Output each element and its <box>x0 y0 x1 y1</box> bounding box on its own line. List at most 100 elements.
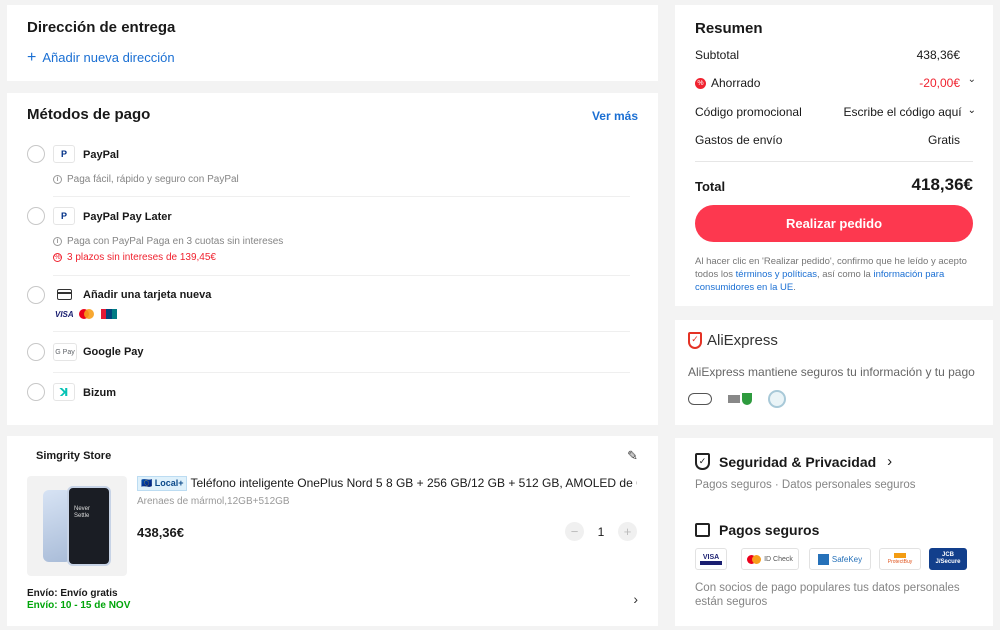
paypal-radio[interactable] <box>27 145 45 163</box>
promo-input[interactable]: Escribe el código aquí ⌄ <box>843 104 976 120</box>
edit-icon[interactable]: ✎ <box>627 448 638 464</box>
promo-placeholder: Escribe el código aquí <box>843 105 962 119</box>
product-price: 438,36€ <box>137 525 184 540</box>
product-image[interactable]: Never Settle <box>27 476 127 576</box>
discount-icon: % <box>695 77 706 89</box>
subtotal-value: 438,36€ <box>916 48 960 62</box>
divider <box>53 275 630 276</box>
security-footer: Con socios de pago populares tus datos p… <box>695 582 960 608</box>
qty-increase-button[interactable]: + <box>618 522 637 541</box>
lock-bag-icon <box>695 523 710 537</box>
google-pay-icon: G Pay <box>53 343 77 361</box>
security-title-row[interactable]: ✓ Seguridad & Privacidad › <box>695 453 892 470</box>
installment-icon: % <box>53 253 62 262</box>
mastercard-icon <box>747 554 762 564</box>
delivery-card: Dirección de entrega + Añadir nueva dire… <box>7 5 658 81</box>
saved-value: -20,00€ <box>919 76 960 90</box>
payment-card: Métodos de pago Ver más P PayPal i Paga … <box>7 93 658 425</box>
chevron-right-icon: › <box>887 453 893 470</box>
total-label: Total <box>695 179 726 194</box>
amex-icon <box>817 553 829 565</box>
promo-label: Código promocional <box>695 105 802 119</box>
google-pay-label: Google Pay <box>83 346 144 358</box>
shipping-info: Envío: Envío gratis <box>27 588 118 599</box>
shield-check-icon: ✓ <box>688 332 702 349</box>
product-title: Teléfono inteligente OnePlus Nord 5 8 GB… <box>190 476 637 490</box>
chevron-down-icon[interactable]: ⌄ <box>968 74 976 85</box>
bizum-radio[interactable] <box>27 383 45 401</box>
subtotal-label: Subtotal <box>695 48 740 62</box>
legal-text: Al hacer clic en 'Realizar pedido', conf… <box>695 256 967 293</box>
delivery-info: Envío: 10 - 15 de NOV <box>27 600 131 611</box>
local-plus-badge: 🇪🇺 Local+ <box>137 476 188 491</box>
terms-link[interactable]: términos y políticas <box>736 269 817 280</box>
protectbuy-badge: ProtectBuy <box>879 548 921 570</box>
qty-value[interactable]: 1 <box>595 525 607 539</box>
paypal-later-note: i Paga con PayPal Paga en 3 cuotas sin i… <box>53 236 283 247</box>
shipping-value: Gratis <box>927 133 960 147</box>
product-variant[interactable]: Arenaes de mármol,12GB+512GB <box>137 496 290 507</box>
chevron-right-icon[interactable]: › <box>633 591 638 607</box>
visa-secure-badge: VISA <box>695 548 727 570</box>
paypal-later-label: PayPal Pay Later <box>83 211 172 223</box>
saved-label: Ahorrado <box>711 76 761 90</box>
security-card: ✓ Seguridad & Privacidad › Pagos seguros… <box>675 438 993 626</box>
product-title-row[interactable]: 🇪🇺 Local+ Teléfono inteligente OnePlus No… <box>137 476 637 491</box>
place-order-label: Realizar pedido <box>785 216 883 231</box>
plus-icon: + <box>27 49 37 66</box>
paypal-later-icon: P <box>53 207 75 225</box>
new-card-label: Añadir una tarjeta nueva <box>83 289 212 301</box>
jcb-secure-badge: JCB J/Secure <box>929 548 967 570</box>
summary-divider <box>695 161 973 162</box>
security-badge-icon <box>728 392 752 406</box>
aliexpress-logo: ✓ AliExpress <box>688 332 778 349</box>
phone-front-image: Never Settle <box>67 486 111 566</box>
trust-card: ✓ AliExpress AliExpress mantiene seguros… <box>675 320 993 425</box>
divider <box>53 372 630 373</box>
bizum-icon: ꓘ <box>53 383 75 401</box>
privacy-seal-icon <box>768 390 786 408</box>
id-check-badge: ID Check <box>741 548 799 570</box>
safekey-badge: SafeKey <box>809 548 871 570</box>
security-subtitle: Pagos seguros · Datos personales seguros <box>695 479 916 491</box>
pci-badge-icon <box>688 393 712 405</box>
secure-payments-title: Pagos seguros <box>719 522 820 538</box>
trust-text: AliExpress mantiene seguros tu informaci… <box>688 365 975 379</box>
qty-decrease-button[interactable]: − <box>565 522 584 541</box>
card-logos: VISA <box>55 309 117 319</box>
paypal-label: PayPal <box>83 149 120 161</box>
visa-icon: VISA <box>55 309 74 319</box>
add-address-label: Añadir nueva dirección <box>42 50 175 65</box>
info-icon: i <box>53 237 62 246</box>
store-name[interactable]: Simgrity Store <box>36 450 111 462</box>
summary-card: Resumen Subtotal 438,36€ % Ahorrado -20,… <box>675 5 993 306</box>
see-more-link[interactable]: Ver más <box>592 109 638 123</box>
mastercard-icon <box>78 309 94 319</box>
divider <box>53 331 630 332</box>
payment-title: Métodos de pago <box>27 106 151 123</box>
saved-row[interactable]: % Ahorrado <box>695 76 760 90</box>
paypal-icon: P <box>53 145 75 163</box>
shipping-label: Gastos de envío <box>695 133 783 147</box>
google-pay-radio[interactable] <box>27 343 45 361</box>
divider <box>53 196 630 197</box>
credit-card-icon <box>57 289 72 300</box>
cert-badges <box>688 390 786 408</box>
info-icon: i <box>53 175 62 184</box>
secure-payments-title-row: Pagos seguros <box>695 522 819 538</box>
bizum-label: Bizum <box>83 387 116 399</box>
store-card: Simgrity Store ✎ Never Settle 🇪🇺 Local+ T… <box>7 436 658 626</box>
paypal-note: i Paga fácil, rápido y seguro con PayPal <box>53 174 239 185</box>
paypal-later-radio[interactable] <box>27 207 45 225</box>
chevron-down-icon: ⌄ <box>967 104 976 116</box>
place-order-button[interactable]: Realizar pedido <box>695 205 973 242</box>
installments-promo: % 3 plazos sin intereses de 139,45€ <box>53 252 216 263</box>
add-address-link[interactable]: + Añadir nueva dirección <box>27 49 175 66</box>
phone-screen-text: Never Settle <box>74 506 91 519</box>
shield-icon: ✓ <box>695 453 710 470</box>
delivery-title: Dirección de entrega <box>27 19 176 36</box>
unionpay-icon <box>101 309 117 319</box>
security-title: Seguridad & Privacidad <box>719 453 877 470</box>
new-card-radio[interactable] <box>27 286 45 304</box>
total-value: 418,36€ <box>911 175 973 194</box>
